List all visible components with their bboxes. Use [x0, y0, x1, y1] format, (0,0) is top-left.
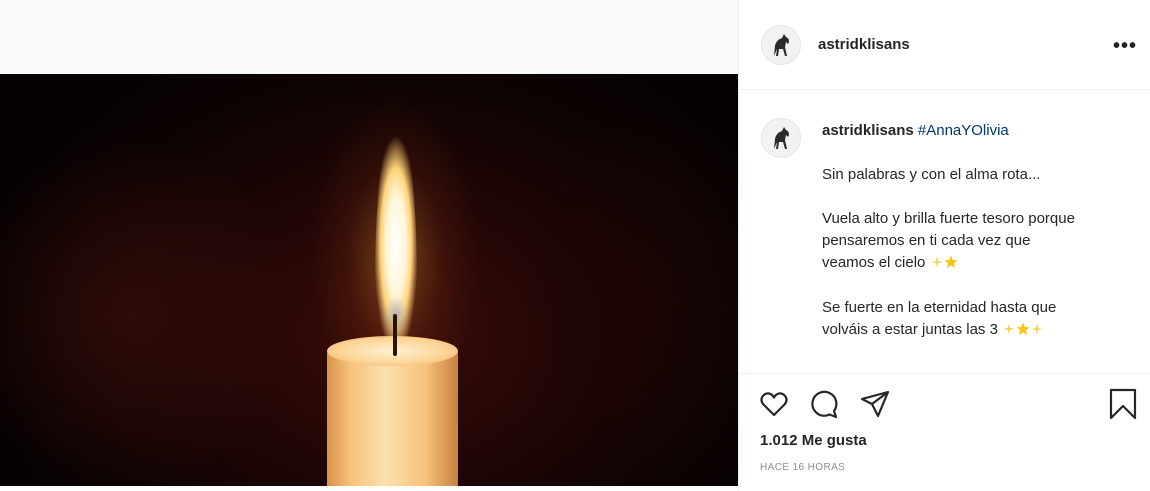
sparkles-emoji — [1031, 323, 1044, 335]
caption-line: pensaremos en ti cada vez que — [822, 232, 1031, 249]
caption-line: Se fuerte en la eternidad hasta que — [822, 299, 1057, 316]
avatar[interactable] — [761, 118, 801, 158]
avatar[interactable] — [761, 25, 801, 65]
caption-text: veamos el cielo — [822, 254, 926, 271]
caption-line: Vuela alto y brilla fuerte tesoro porque — [822, 210, 1075, 227]
more-options-icon[interactable]: ••• — [1113, 35, 1137, 58]
comment-icon[interactable] — [808, 388, 840, 420]
image-top-background — [0, 0, 738, 75]
background-blur — [520, 104, 738, 484]
post-header: astridklisans ••• — [739, 0, 1150, 90]
post-timestamp[interactable]: HACE 16 HORAS — [760, 462, 845, 473]
candle-wick — [393, 314, 397, 356]
caption-username[interactable]: astridklisans — [822, 122, 914, 139]
glowing-star-emoji — [1016, 322, 1030, 335]
caption-section: astridklisans #AnnaYOlivia Sin palabras … — [739, 90, 1150, 374]
horse-avatar-icon — [774, 127, 789, 149]
caption-line: Sin palabras y con el alma rota... — [822, 166, 1041, 183]
glowing-star-emoji — [944, 255, 958, 268]
post-image[interactable] — [0, 74, 738, 486]
hashtag-link[interactable]: #AnnaYOlivia — [918, 122, 1009, 139]
header-username[interactable]: astridklisans — [818, 36, 910, 53]
caption-text: volváis a estar juntas las 3 — [822, 321, 998, 338]
sparkles-emoji — [930, 256, 943, 268]
sparkles-emoji — [1003, 323, 1016, 335]
caption-header: astridklisans #AnnaYOlivia — [822, 122, 1009, 139]
horse-avatar-icon — [774, 34, 789, 56]
bookmark-icon[interactable] — [1107, 388, 1139, 420]
paper-plane-icon[interactable] — [859, 388, 891, 420]
caption-line-with-emoji: veamos el cielo — [822, 252, 958, 274]
caption-line-with-emoji: volváis a estar juntas las 3 — [822, 319, 1044, 341]
heart-icon[interactable] — [758, 388, 790, 420]
like-count[interactable]: 1.012 Me gusta — [760, 432, 867, 449]
background-blur — [0, 134, 300, 486]
post-details-panel: astridklisans ••• astridklisans #AnnaYOl… — [738, 0, 1150, 491]
